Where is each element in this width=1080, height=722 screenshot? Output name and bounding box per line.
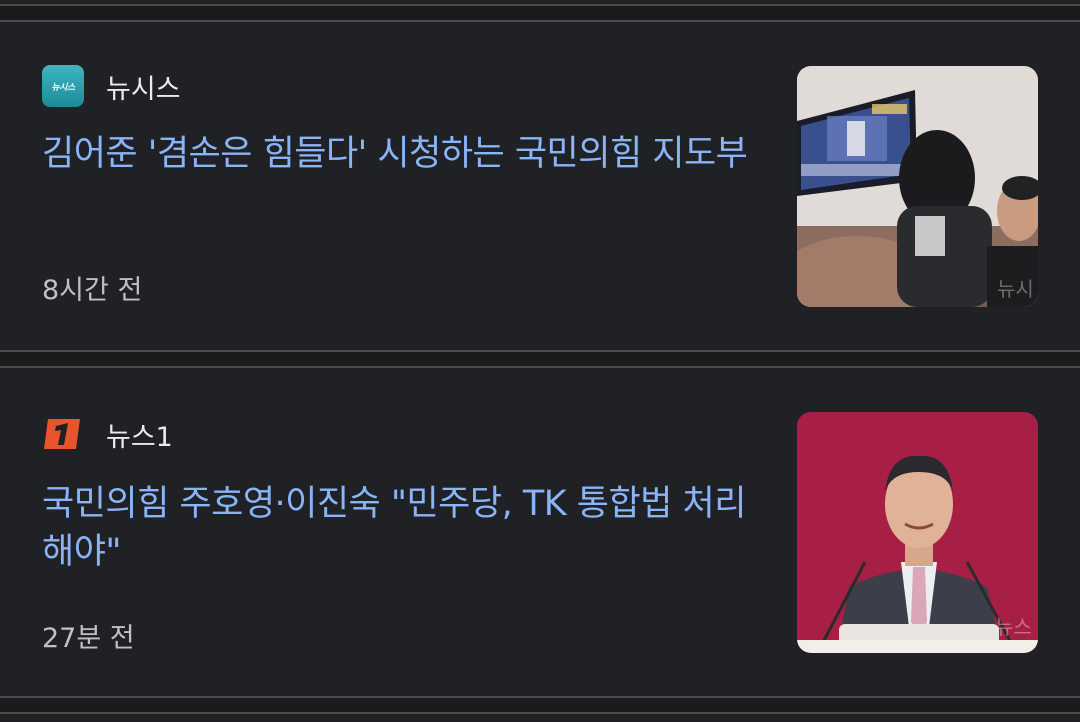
headline-link[interactable]: 국민의힘 주호영·이진숙 "민주당, TK 통합법 처리해야"	[42, 480, 762, 576]
article-card-2[interactable]: 뉴스1 국민의힘 주호영·이진숙 "민주당, TK 통합법 처리해야" 27분 …	[0, 368, 1080, 696]
svg-text:뉴시: 뉴시	[997, 277, 1034, 301]
divider-top	[0, 4, 1080, 22]
newsis-logo-text: 뉴시스	[51, 82, 75, 93]
publish-time: 27분 전	[42, 623, 135, 654]
news1-logo-icon	[42, 413, 84, 455]
newsis-logo-icon: 뉴시스	[42, 65, 84, 107]
source-row: 뉴시스 뉴시스	[42, 64, 181, 108]
article-card-1[interactable]: 뉴시스 뉴시스 김어준 '겸손은 힘들다' 시청하는 국민의힘 지도부 8시간 …	[0, 22, 1080, 350]
divider-middle	[0, 350, 1080, 368]
source-name: 뉴스1	[106, 421, 173, 453]
podium-speaker-photo-thumbnail[interactable]: 뉴스	[797, 412, 1038, 653]
publish-time: 8시간 전	[42, 275, 143, 306]
headline-link[interactable]: 김어준 '겸손은 힘들다' 시청하는 국민의힘 지도부	[42, 130, 762, 178]
meeting-photo-thumbnail[interactable]: 뉴시	[797, 66, 1038, 307]
source-row: 뉴스1	[42, 412, 173, 456]
svg-text:뉴스: 뉴스	[995, 615, 1032, 639]
source-name: 뉴시스	[106, 73, 181, 105]
divider-bottom	[0, 696, 1080, 714]
